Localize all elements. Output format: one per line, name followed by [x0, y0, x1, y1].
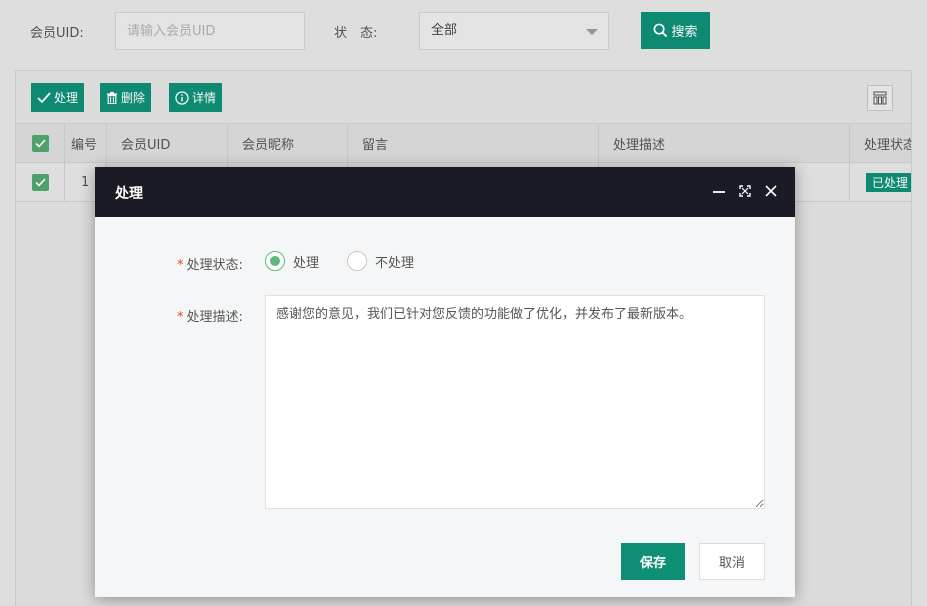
- process-dialog: 处理 * 处理状态: 处理 不处理 * 处理描述: 感谢您的意见，我们已针对您反…: [95, 167, 795, 597]
- status-field-label: * 处理状态:: [177, 258, 243, 273]
- radio-no-process-label: 不处理: [375, 255, 415, 271]
- radio-no-process-circle[interactable]: [347, 251, 367, 271]
- save-button[interactable]: 保存: [621, 543, 685, 580]
- required-marker: *: [177, 310, 184, 325]
- cancel-button[interactable]: 取消: [699, 543, 765, 580]
- dialog-header: 处理: [95, 167, 795, 217]
- required-marker: *: [177, 258, 184, 273]
- dialog-title: 处理: [115, 186, 143, 202]
- maximize-icon[interactable]: [736, 182, 754, 200]
- desc-field-label: * 处理描述:: [177, 310, 243, 325]
- close-icon[interactable]: [762, 182, 780, 200]
- description-textarea[interactable]: 感谢您的意见，我们已针对您反馈的功能做了优化，并发布了最新版本。: [265, 295, 765, 509]
- radio-process[interactable]: 处理: [265, 251, 319, 271]
- minimize-icon[interactable]: [710, 182, 728, 200]
- radio-process-circle[interactable]: [265, 251, 285, 271]
- radio-no-process[interactable]: 不处理: [347, 251, 414, 271]
- radio-process-label: 处理: [293, 255, 320, 271]
